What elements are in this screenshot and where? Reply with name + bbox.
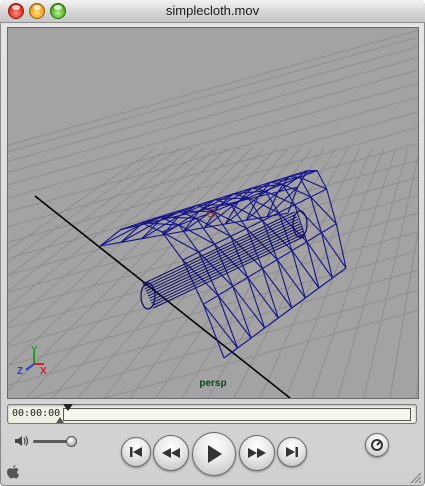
title-bar[interactable]: simplecloth.mov [0,0,425,23]
fast-forward-button[interactable] [239,435,275,471]
volume-slider-knob[interactable] [66,436,77,447]
axis-x-label: X [40,366,47,377]
axis-z-label: Z [17,366,24,377]
timecode-display: 00:00:00 [12,408,61,419]
camera-label: persp [199,378,227,389]
play-icon [208,445,222,463]
apple-icon[interactable] [6,464,20,480]
rewind-button[interactable] [153,435,189,471]
skip-to-end-icon [286,447,298,457]
playhead-marker [56,417,64,423]
playhead-handle[interactable] [63,404,73,411]
window-title: simplecloth.mov [165,3,260,18]
scrubber-track[interactable] [63,408,411,421]
options-button[interactable] [365,433,389,457]
rewind-icon [162,448,180,458]
options-icon [371,439,383,451]
perspective-grid [8,29,418,398]
video-frame[interactable]: Y X Z persp [7,27,419,399]
skip-to-start-button[interactable] [121,437,151,467]
movie-window: simplecloth.mov Y X Z persp 00:00:00 [0,0,425,486]
skip-to-start-icon [130,447,142,457]
speaker-icon[interactable] [14,434,30,448]
timeline-bar[interactable]: 00:00:00 [7,404,417,424]
resize-grip-icon[interactable] [408,470,422,484]
axis-y-label: Y [31,345,38,356]
fast-forward-icon [248,448,266,458]
play-button[interactable] [192,432,236,476]
skip-to-end-button[interactable] [277,437,307,467]
